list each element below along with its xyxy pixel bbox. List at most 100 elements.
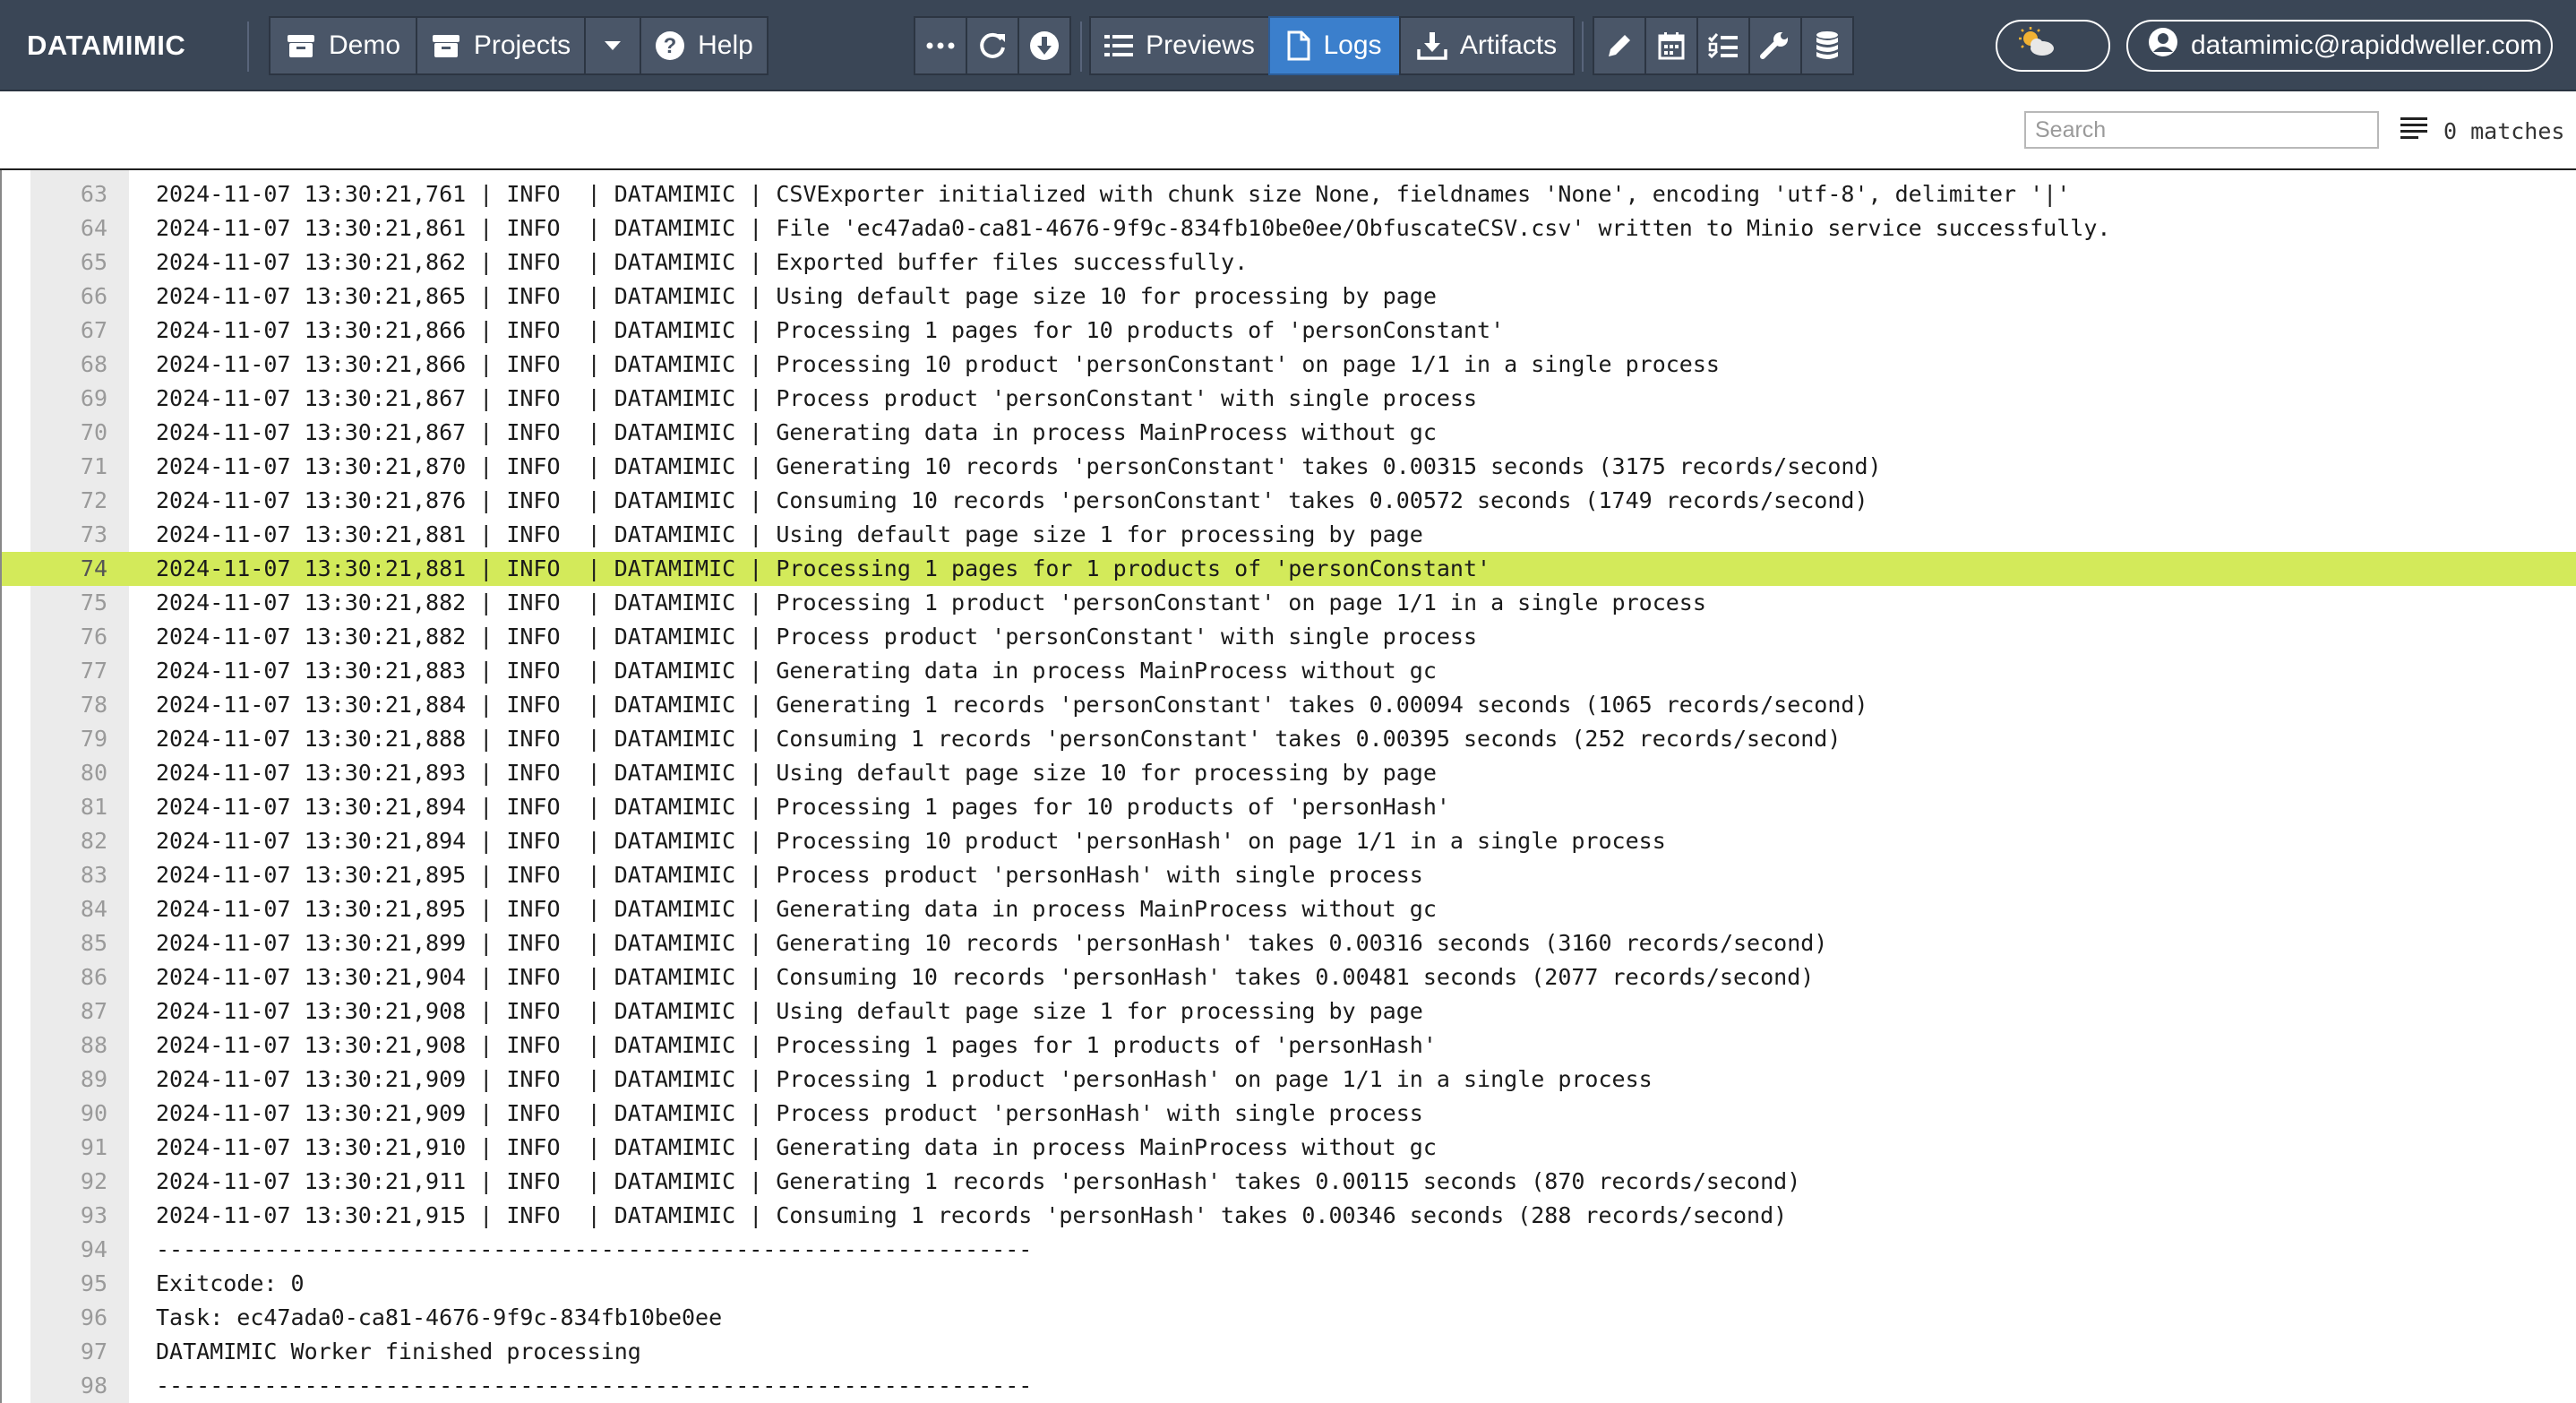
- log-line-text: 2024-11-07 13:30:21,909 | INFO | DATAMIM…: [156, 1066, 1653, 1092]
- line-number: 82: [80, 828, 107, 854]
- brand-logo[interactable]: DATAMIMIC: [27, 27, 185, 65]
- artifacts-label: Artifacts: [1459, 30, 1558, 60]
- theme-toggle[interactable]: [1996, 20, 2110, 72]
- log-line[interactable]: 74 2024-11-07 13:30:21,881 | INFO | DATAM…: [2, 552, 2576, 586]
- log-line[interactable]: 86 2024-11-07 13:30:21,904 | INFO | DATAM…: [30, 960, 2576, 994]
- navbar-divider: [1080, 22, 1082, 72]
- log-line-text: 2024-11-07 13:30:21,904 | INFO | DATAMIM…: [156, 964, 1815, 990]
- log-line[interactable]: 70 2024-11-07 13:30:21,867 | INFO | DATAM…: [30, 416, 2576, 450]
- search-input[interactable]: [2024, 111, 2379, 149]
- log-line-text: 2024-11-07 13:30:21,911 | INFO | DATAMIM…: [156, 1168, 1801, 1194]
- log-line[interactable]: 93 2024-11-07 13:30:21,915 | INFO | DATAM…: [30, 1199, 2576, 1233]
- previews-label: Previews: [1146, 30, 1255, 60]
- projects-button[interactable]: Projects: [416, 16, 586, 75]
- checklist-icon: [1708, 32, 1739, 59]
- more-options-button[interactable]: [914, 16, 967, 75]
- lines-icon: [2400, 116, 2427, 146]
- caret-down-icon: [603, 39, 623, 52]
- log-line[interactable]: 98 --------------------------------------…: [30, 1369, 2576, 1403]
- line-number: 94: [80, 1236, 107, 1262]
- log-line[interactable]: 73 2024-11-07 13:30:21,881 | INFO | DATAM…: [30, 518, 2576, 552]
- log-line[interactable]: 69 2024-11-07 13:30:21,867 | INFO | DATAM…: [30, 382, 2576, 416]
- artifacts-button[interactable]: Artifacts: [1399, 16, 1575, 75]
- demo-button[interactable]: Demo: [269, 16, 417, 75]
- line-number: 95: [80, 1270, 107, 1296]
- log-line[interactable]: 67 2024-11-07 13:30:21,866 | INFO | DATAM…: [30, 314, 2576, 348]
- log-line[interactable]: 92 2024-11-07 13:30:21,911 | INFO | DATAM…: [30, 1165, 2576, 1199]
- log-line[interactable]: 96 Task: ec47ada0-ca81-4676-9f9c-834fb10b…: [30, 1301, 2576, 1335]
- log-line[interactable]: 71 2024-11-07 13:30:21,870 | INFO | DATAM…: [30, 450, 2576, 484]
- projects-dropdown-button[interactable]: [584, 16, 641, 75]
- log-line[interactable]: 65 2024-11-07 13:30:21,862 | INFO | DATAM…: [30, 245, 2576, 280]
- top-navbar: DATAMIMIC Demo Projects ? Help Previews …: [0, 0, 2576, 91]
- projects-label: Projects: [473, 30, 571, 60]
- pencil-icon: [1605, 31, 1634, 60]
- logs-tab[interactable]: Logs: [1268, 16, 1401, 75]
- log-line[interactable]: 64 2024-11-07 13:30:21,861 | INFO | DATAM…: [30, 211, 2576, 245]
- line-number: 73: [80, 521, 107, 547]
- line-number: 85: [80, 930, 107, 956]
- log-line-text: 2024-11-07 13:30:21,862 | INFO | DATAMIM…: [156, 249, 1249, 275]
- refresh-button[interactable]: [966, 16, 1019, 75]
- download-button[interactable]: [1018, 16, 1071, 75]
- database-button[interactable]: [1800, 16, 1854, 75]
- log-line[interactable]: 94 --------------------------------------…: [30, 1233, 2576, 1267]
- log-line[interactable]: 81 2024-11-07 13:30:21,894 | INFO | DATAM…: [30, 790, 2576, 824]
- log-line[interactable]: 84 2024-11-07 13:30:21,895 | INFO | DATAM…: [30, 892, 2576, 926]
- log-line[interactable]: 83 2024-11-07 13:30:21,895 | INFO | DATAM…: [30, 858, 2576, 892]
- line-number: 71: [80, 453, 107, 479]
- log-line-text: 2024-11-07 13:30:21,893 | INFO | DATAMIM…: [156, 760, 1437, 786]
- calendar-icon: [1658, 31, 1685, 60]
- calendar-button[interactable]: [1644, 16, 1698, 75]
- download-tray-icon: [1417, 31, 1447, 60]
- log-line[interactable]: 90 2024-11-07 13:30:21,909 | INFO | DATAM…: [30, 1097, 2576, 1131]
- log-line[interactable]: 79 2024-11-07 13:30:21,888 | INFO | DATAM…: [30, 722, 2576, 756]
- log-line-text: 2024-11-07 13:30:21,761 | INFO | DATAMIM…: [156, 181, 2071, 207]
- log-line[interactable]: 76 2024-11-07 13:30:21,882 | INFO | DATAM…: [30, 620, 2576, 654]
- log-line-text: 2024-11-07 13:30:21,865 | INFO | DATAMIM…: [156, 283, 1437, 309]
- list-icon: [1104, 33, 1134, 58]
- navbar-divider: [247, 22, 249, 72]
- log-line[interactable]: 72 2024-11-07 13:30:21,876 | INFO | DATAM…: [30, 484, 2576, 518]
- log-line-text: 2024-11-07 13:30:21,883 | INFO | DATAMIM…: [156, 658, 1437, 684]
- line-number: 70: [80, 419, 107, 445]
- log-line[interactable]: 91 2024-11-07 13:30:21,910 | INFO | DATAM…: [30, 1131, 2576, 1165]
- log-line[interactable]: 80 2024-11-07 13:30:21,893 | INFO | DATAM…: [30, 756, 2576, 790]
- settings-button[interactable]: [1748, 16, 1802, 75]
- log-viewer[interactable]: 63 2024-11-07 13:30:21,761 | INFO | DATAM…: [0, 170, 2576, 1403]
- database-icon: [1816, 30, 1839, 61]
- log-line[interactable]: 97 DATAMIMIC Worker finished processing: [30, 1335, 2576, 1369]
- line-number: 74: [80, 555, 107, 581]
- log-line-text: 2024-11-07 13:30:21,867 | INFO | DATAMIM…: [156, 385, 1478, 411]
- log-line[interactable]: 82 2024-11-07 13:30:21,894 | INFO | DATAM…: [30, 824, 2576, 858]
- log-line[interactable]: 66 2024-11-07 13:30:21,865 | INFO | DATAM…: [30, 280, 2576, 314]
- edit-button[interactable]: [1593, 16, 1646, 75]
- log-line[interactable]: 75 2024-11-07 13:30:21,882 | INFO | DATAM…: [30, 586, 2576, 620]
- tasks-button[interactable]: [1696, 16, 1750, 75]
- line-number: 92: [80, 1168, 107, 1194]
- line-number: 97: [80, 1338, 107, 1364]
- help-button[interactable]: ? Help: [640, 16, 769, 75]
- previews-button[interactable]: Previews: [1089, 16, 1270, 75]
- line-number: 67: [80, 317, 107, 343]
- log-line-text: 2024-11-07 13:30:21,882 | INFO | DATAMIM…: [156, 624, 1478, 650]
- log-line[interactable]: 85 2024-11-07 13:30:21,899 | INFO | DATAM…: [30, 926, 2576, 960]
- line-number: 65: [80, 249, 107, 275]
- log-line-text: 2024-11-07 13:30:21,910 | INFO | DATAMIM…: [156, 1134, 1437, 1160]
- log-line[interactable]: 87 2024-11-07 13:30:21,908 | INFO | DATAM…: [30, 994, 2576, 1029]
- user-email: datamimic@rapiddweller.com: [2191, 30, 2543, 60]
- line-number: 84: [80, 896, 107, 922]
- log-line[interactable]: 88 2024-11-07 13:30:21,908 | INFO | DATAM…: [30, 1029, 2576, 1063]
- log-line[interactable]: 63 2024-11-07 13:30:21,761 | INFO | DATAM…: [30, 177, 2576, 211]
- user-menu[interactable]: datamimic@rapiddweller.com: [2126, 20, 2553, 72]
- sun-cloud-icon: [2017, 27, 2057, 65]
- logs-label: Logs: [1323, 30, 1382, 60]
- log-line[interactable]: 78 2024-11-07 13:30:21,884 | INFO | DATAM…: [30, 688, 2576, 722]
- log-line[interactable]: 89 2024-11-07 13:30:21,909 | INFO | DATAM…: [30, 1063, 2576, 1097]
- line-number: 91: [80, 1134, 107, 1160]
- log-line[interactable]: 77 2024-11-07 13:30:21,883 | INFO | DATAM…: [30, 654, 2576, 688]
- demo-label: Demo: [328, 30, 401, 60]
- log-line-text: 2024-11-07 13:30:21,899 | INFO | DATAMIM…: [156, 930, 1828, 956]
- log-line[interactable]: 68 2024-11-07 13:30:21,866 | INFO | DATAM…: [30, 348, 2576, 382]
- log-line[interactable]: 95 Exitcode: 0: [30, 1267, 2576, 1301]
